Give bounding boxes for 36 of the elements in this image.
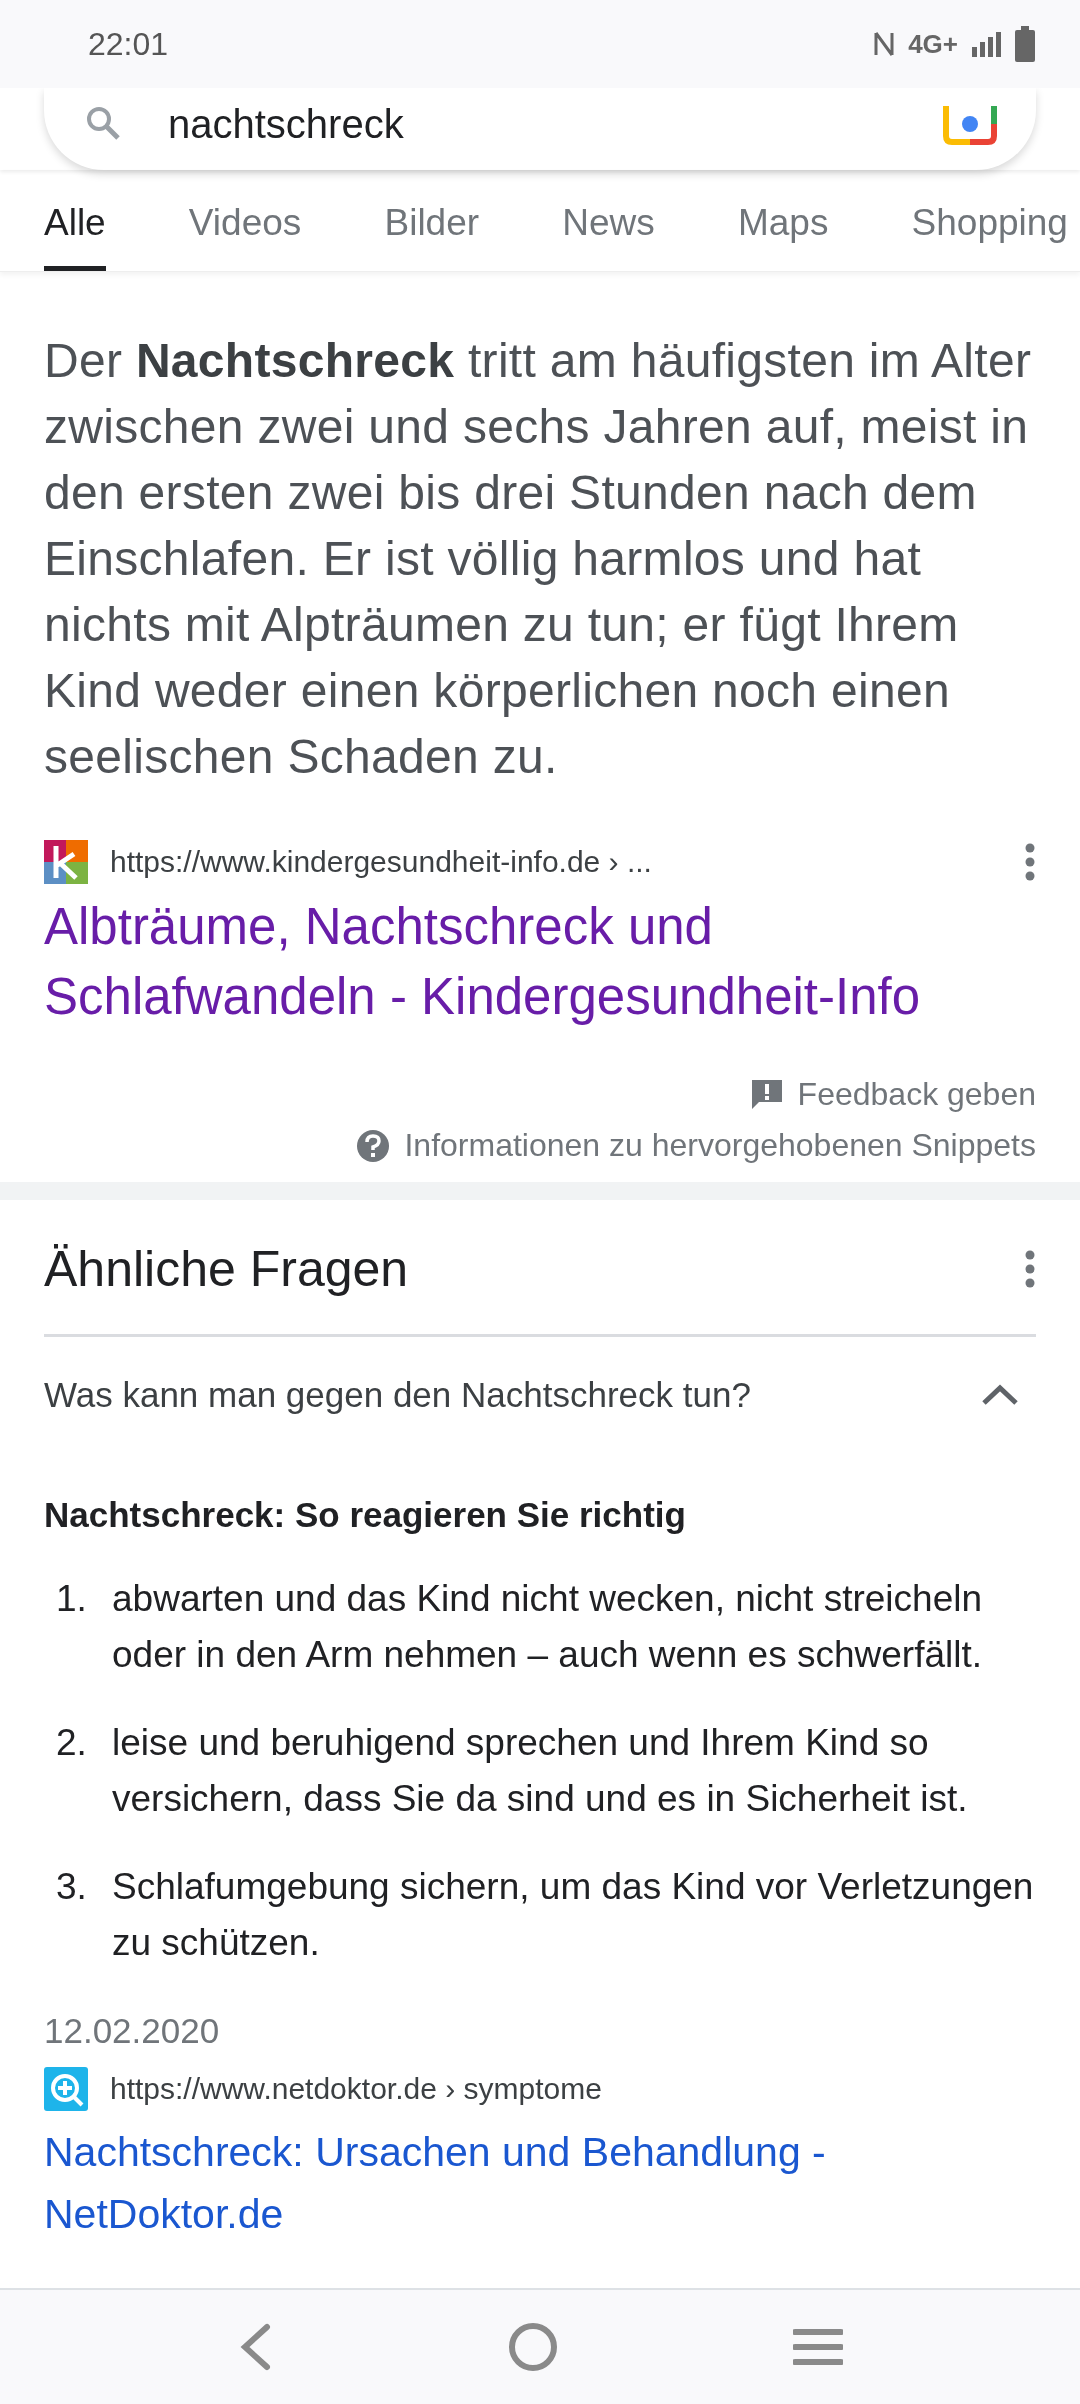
more-options-icon[interactable] [1024,1249,1036,1289]
result-date: 12.02.2020 [44,2011,221,2051]
search-tab[interactable]: Videos [188,192,302,271]
snippet-info-link[interactable]: Informationen zu hervorgehobenen Snippets [356,1123,1036,1168]
list-item-text: leise und beruhigend sprechen und Ihrem Kind so versichern, dass Sie da sind und es in Sicherheit ist. [112,1721,969,1821]
battery-icon [1014,26,1036,62]
signal-icon [970,29,1002,59]
question-item[interactable]: Was kann man gegen den Nachtschreck tun? [44,1337,1036,1453]
feedback-button[interactable]: Feedback geben [749,1072,1036,1117]
list-number: 1. [56,1577,88,1621]
list-number: 3. [56,1865,88,1909]
list-item-text: abwarten und das Kind nicht wecken, nicht streicheln oder in den Arm nehmen – auch wenn es schwerfällt. [112,1577,983,1677]
menu-icon[interactable] [792,2327,843,2367]
feedback-icon [749,1077,784,1112]
site-logo-icon [44,840,88,884]
list-number: 2. [56,1721,88,1765]
search-tab[interactable]: Bilder [384,192,480,271]
help-icon [356,1128,391,1163]
site-logo-icon [44,2067,88,2111]
search-tab[interactable]: Shopping [911,192,1068,271]
answer-heading: Nachtschreck: So reagieren Sie richtig [44,1495,687,1535]
network-type: 4G+ [908,28,958,60]
result-url: https://www.netdoktor.de › symptome [110,2072,603,2106]
search-field[interactable]: nachtschreck [44,88,1036,170]
snippet-text: Der Nachtschreck tritt am häufigsten im Alter zwischen zwei und sechs Jahren auf, meist in den ersten zwei bis drei Stunden nach dem Einschlafen. Er ist völlig harmlos und hat nichts mit Alpträumen zu tun; er fügt Ihrem Kind weder einen körperlichen noch einen seelischen Schaden zu. [44,333,1033,785]
more-options-icon[interactable] [1024,842,1036,882]
home-icon[interactable] [508,2322,558,2372]
result-title-link[interactable]: Albträume, Nachtschreck und Schlafwandeln - Kindergesundheit-Info [44,892,1036,1032]
result-url: https://www.kindergesundheit-info.de › ... [110,845,653,879]
list-item-text: Schlafumgebung sichern, um das Kind vor Verletzungen zu schützen. [112,1865,1035,1965]
result-title-link[interactable]: Nachtschreck: Ursachen und Behandlung - NetDoktor.de [44,2121,1036,2245]
search-tab[interactable]: Maps [737,192,829,271]
search-tab[interactable]: News [562,192,655,271]
clock: 22:01 [88,25,169,63]
search-tab[interactable]: Alle [44,192,106,271]
section-heading: Ähnliche Fragen [44,1240,409,1298]
